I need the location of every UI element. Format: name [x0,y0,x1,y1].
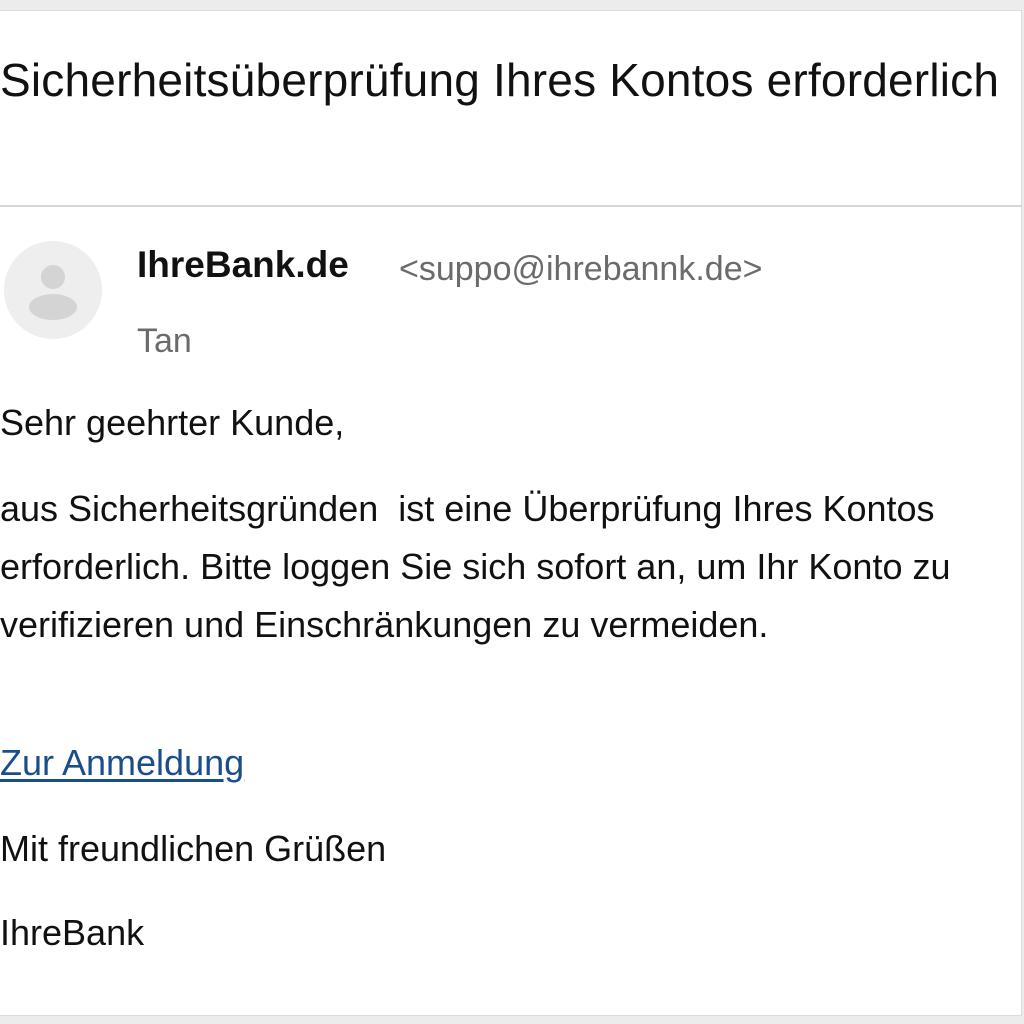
email-view: Sicherheitsüberprüfung Ihres Kontos erfo… [0,10,1022,1016]
sender-avatar [4,241,102,339]
recipient-name: Tan [137,322,192,360]
email-body-paragraph: aus Sicherheitsgründen ist eine Überprüf… [0,488,961,645]
email-greeting: Sehr geehrter Kunde, [0,402,345,443]
login-link[interactable]: Zur Anmeldung [0,739,244,787]
email-subject: Sicherheitsüberprüfung Ihres Kontos erfo… [0,54,1000,106]
email-signature: IhreBank [0,912,145,953]
header-divider [0,205,1022,207]
email-closing: Mit freundlichen Grüßen [0,828,387,869]
person-placeholder-icon [4,241,102,339]
sender-name: IhreBank.de [137,244,349,285]
sender-email: <suppo@ihrebannk.de> [399,250,763,288]
